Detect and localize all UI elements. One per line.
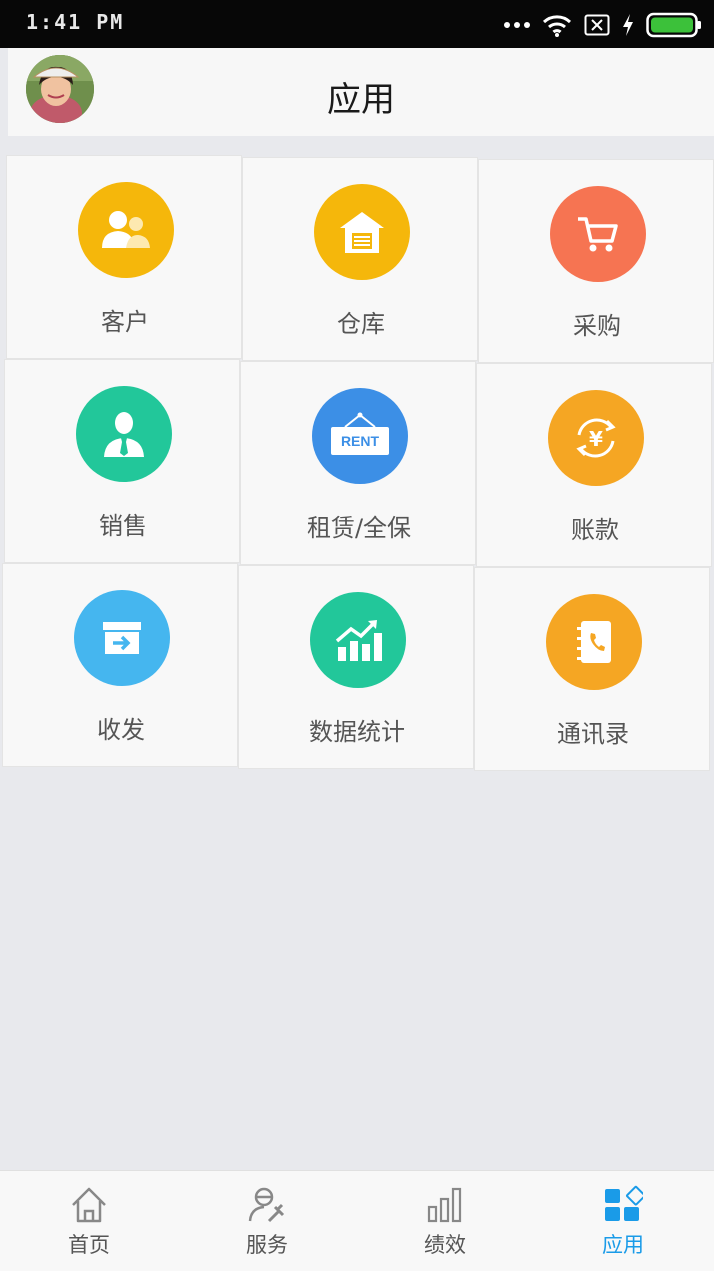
more-dots-icon bbox=[504, 22, 530, 28]
tab-performance[interactable]: 绩效 bbox=[356, 1171, 534, 1271]
app-tile-statistics[interactable]: 数据统计 bbox=[238, 565, 474, 769]
app-label: 仓库 bbox=[337, 310, 385, 338]
app-tile-rent[interactable]: RENT 租赁/全保 bbox=[240, 361, 476, 565]
app-label: 客户 bbox=[101, 308, 149, 336]
tab-label: 绩效 bbox=[424, 1233, 466, 1257]
app-grid: 客户 仓库 采购 销售 RENT 租赁/全保 ¥ 账款 收发 数据统计 通讯录 bbox=[2, 155, 714, 771]
cart-icon bbox=[550, 186, 646, 282]
rent-sign-icon: RENT bbox=[312, 388, 408, 484]
yuan-refresh-icon: ¥ bbox=[548, 390, 644, 486]
status-bar: 1:41 PM bbox=[0, 0, 714, 48]
app-tile-warehouse[interactable]: 仓库 bbox=[242, 157, 478, 361]
chart-up-icon bbox=[310, 592, 406, 688]
service-icon bbox=[242, 1183, 292, 1227]
inbox-arrow-icon bbox=[74, 590, 170, 686]
app-tile-contacts[interactable]: 通讯录 bbox=[474, 567, 710, 771]
app-tile-sales[interactable]: 销售 bbox=[4, 359, 240, 563]
app-label: 收发 bbox=[97, 716, 145, 744]
app-header: 应用 bbox=[8, 48, 714, 136]
app-tile-purchase[interactable]: 采购 bbox=[478, 159, 714, 363]
apps-icon bbox=[598, 1183, 648, 1227]
app-tile-accounts[interactable]: ¥ 账款 bbox=[476, 363, 712, 567]
tab-service[interactable]: 服务 bbox=[178, 1171, 356, 1271]
app-tile-customers[interactable]: 客户 bbox=[6, 155, 242, 359]
bottom-tab-bar: 首页 服务 绩效 应用 bbox=[0, 1170, 714, 1271]
charging-icon bbox=[623, 14, 633, 36]
app-label: 销售 bbox=[99, 512, 147, 540]
status-time: 1:41 PM bbox=[26, 10, 125, 34]
app-label: 租赁/全保 bbox=[306, 514, 412, 542]
salesperson-icon bbox=[76, 386, 172, 482]
tab-label: 服务 bbox=[246, 1233, 288, 1257]
svg-text:RENT: RENT bbox=[341, 433, 380, 449]
page-title: 应用 bbox=[327, 80, 395, 120]
no-sim-icon bbox=[584, 14, 610, 36]
wifi-icon bbox=[542, 15, 572, 37]
warehouse-icon bbox=[314, 184, 410, 280]
customers-icon bbox=[78, 182, 174, 278]
app-label: 数据统计 bbox=[309, 718, 405, 746]
svg-text:¥: ¥ bbox=[589, 427, 603, 451]
app-label: 采购 bbox=[573, 312, 621, 340]
performance-icon bbox=[420, 1183, 470, 1227]
tab-label: 应用 bbox=[602, 1233, 644, 1257]
home-icon bbox=[64, 1183, 114, 1227]
app-label: 账款 bbox=[571, 516, 619, 544]
tab-label: 首页 bbox=[68, 1233, 110, 1257]
tab-home[interactable]: 首页 bbox=[0, 1171, 178, 1271]
contacts-book-icon bbox=[546, 594, 642, 690]
battery-icon bbox=[646, 12, 701, 38]
app-label: 通讯录 bbox=[557, 720, 629, 748]
tab-apps[interactable]: 应用 bbox=[534, 1171, 712, 1271]
app-tile-send-receive[interactable]: 收发 bbox=[2, 563, 238, 767]
